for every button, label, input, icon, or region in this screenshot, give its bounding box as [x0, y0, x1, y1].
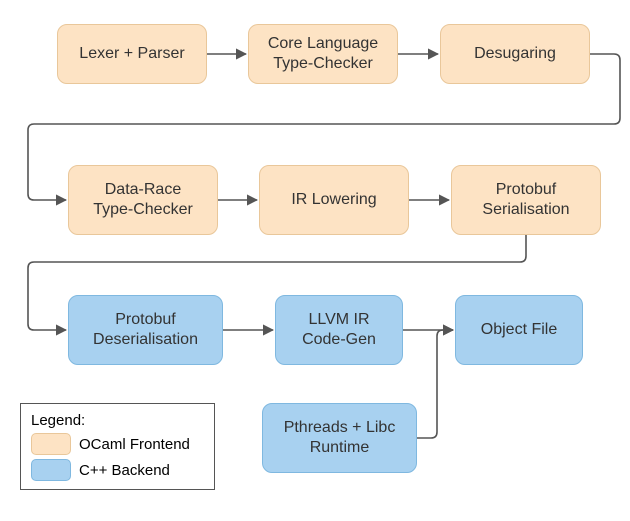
node-desugaring: Desugaring	[440, 24, 590, 84]
node-datarace-type-checker: Data-RaceType-Checker	[68, 165, 218, 235]
legend-box: Legend: OCaml Frontend C++ Backend	[20, 403, 215, 490]
node-label: Object File	[481, 320, 557, 340]
node-protobuf-serialisation: ProtobufSerialisation	[451, 165, 601, 235]
node-core-type-checker: Core LanguageType-Checker	[248, 24, 398, 84]
node-label: Core LanguageType-Checker	[268, 34, 378, 74]
node-pthreads-runtime: Pthreads + LibcRuntime	[262, 403, 417, 473]
node-label: Desugaring	[474, 44, 556, 64]
legend-label-ocaml: OCaml Frontend	[79, 436, 190, 453]
legend-swatch-ocaml	[31, 433, 71, 455]
node-object-file: Object File	[455, 295, 583, 365]
node-label: LLVM IRCode-Gen	[302, 310, 376, 350]
node-protobuf-deserialisation: ProtobufDeserialisation	[68, 295, 223, 365]
node-label: ProtobufDeserialisation	[93, 310, 198, 350]
legend-row-ocaml: OCaml Frontend	[31, 433, 204, 455]
legend-swatch-cpp	[31, 459, 71, 481]
legend-label-cpp: C++ Backend	[79, 462, 170, 479]
node-ir-lowering: IR Lowering	[259, 165, 409, 235]
node-label: Pthreads + LibcRuntime	[284, 418, 396, 458]
node-label: ProtobufSerialisation	[482, 180, 569, 220]
node-label: Data-RaceType-Checker	[93, 180, 193, 220]
legend-title: Legend:	[31, 412, 204, 429]
node-label: Lexer + Parser	[79, 44, 184, 64]
node-lexer-parser: Lexer + Parser	[57, 24, 207, 84]
legend-row-cpp: C++ Backend	[31, 459, 204, 481]
node-label: IR Lowering	[291, 190, 376, 210]
node-llvm-codegen: LLVM IRCode-Gen	[275, 295, 403, 365]
